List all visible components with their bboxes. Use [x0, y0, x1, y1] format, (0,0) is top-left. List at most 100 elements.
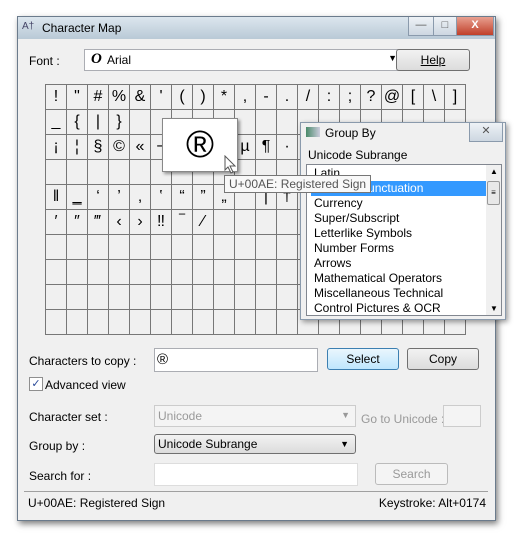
- group-by-dropdown[interactable]: Unicode Subrange ▼: [154, 434, 356, 454]
- character-cell[interactable]: ?: [361, 85, 382, 110]
- character-cell[interactable]: !: [46, 85, 67, 110]
- character-cell[interactable]: [46, 260, 67, 285]
- character-cell[interactable]: [277, 285, 298, 310]
- character-cell[interactable]: ·: [277, 135, 298, 160]
- character-cell[interactable]: ¶: [256, 135, 277, 160]
- character-cell[interactable]: ]: [445, 85, 466, 110]
- character-cell[interactable]: {: [67, 110, 88, 135]
- character-cell[interactable]: [277, 310, 298, 335]
- character-cell[interactable]: *: [214, 85, 235, 110]
- font-dropdown[interactable]: O Arial ▼: [84, 49, 404, 71]
- character-cell[interactable]: -: [256, 85, 277, 110]
- character-cell[interactable]: [109, 260, 130, 285]
- character-cell[interactable]: ″: [67, 210, 88, 235]
- character-cell[interactable]: [88, 160, 109, 185]
- scroll-down-icon[interactable]: ▼: [490, 304, 498, 313]
- advanced-view-checkbox[interactable]: ✓: [29, 377, 43, 391]
- go-to-unicode-input[interactable]: [443, 405, 481, 427]
- group-by-list-item[interactable]: Arrows: [311, 256, 488, 271]
- character-cell[interactable]: [67, 260, 88, 285]
- character-cell[interactable]: [277, 110, 298, 135]
- character-cell[interactable]: ‘: [88, 185, 109, 210]
- group-by-list-item[interactable]: Control Pictures & OCR: [311, 301, 488, 315]
- character-cell[interactable]: [46, 235, 67, 260]
- character-cell[interactable]: µ: [235, 135, 256, 160]
- character-cell[interactable]: [235, 235, 256, 260]
- character-cell[interactable]: ;: [340, 85, 361, 110]
- character-cell[interactable]: [235, 310, 256, 335]
- character-cell[interactable]: [214, 235, 235, 260]
- character-cell[interactable]: [130, 110, 151, 135]
- character-cell[interactable]: [130, 235, 151, 260]
- character-cell[interactable]: [151, 310, 172, 335]
- search-input[interactable]: [154, 463, 358, 486]
- character-cell[interactable]: [277, 235, 298, 260]
- scroll-thumb[interactable]: ≡: [487, 181, 500, 205]
- character-cell[interactable]: [109, 285, 130, 310]
- character-cell[interactable]: [130, 285, 151, 310]
- character-cell[interactable]: |: [88, 110, 109, 135]
- scrollbar[interactable]: ▲ ≡ ▼: [486, 165, 501, 315]
- group-by-list-item[interactable]: Miscellaneous Technical: [311, 286, 488, 301]
- character-cell[interactable]: [214, 260, 235, 285]
- character-cell[interactable]: [130, 310, 151, 335]
- character-cell[interactable]: [151, 285, 172, 310]
- character-cell[interactable]: [172, 285, 193, 310]
- character-cell[interactable]: [130, 160, 151, 185]
- character-cell[interactable]: /: [298, 85, 319, 110]
- character-cell[interactable]: ‹: [109, 210, 130, 235]
- character-cell[interactable]: ⁄: [193, 210, 214, 235]
- character-cell[interactable]: (: [172, 85, 193, 110]
- character-cell[interactable]: @: [382, 85, 403, 110]
- character-cell[interactable]: [88, 285, 109, 310]
- character-cell[interactable]: :: [319, 85, 340, 110]
- character-cell[interactable]: [151, 260, 172, 285]
- character-cell[interactable]: ¡: [46, 135, 67, 160]
- character-cell[interactable]: \: [424, 85, 445, 110]
- group-by-list-item[interactable]: Currency: [311, 196, 488, 211]
- character-cell[interactable]: [256, 235, 277, 260]
- character-cell[interactable]: ′: [46, 210, 67, 235]
- select-button[interactable]: Select: [327, 348, 399, 370]
- help-button[interactable]: Help: [396, 49, 470, 71]
- character-cell[interactable]: [67, 310, 88, 335]
- characters-to-copy-input[interactable]: ®: [154, 348, 318, 372]
- character-cell[interactable]: ‼: [151, 210, 172, 235]
- character-cell[interactable]: [172, 235, 193, 260]
- character-cell[interactable]: [214, 310, 235, 335]
- character-cell[interactable]: [277, 260, 298, 285]
- character-cell[interactable]: [193, 285, 214, 310]
- character-cell[interactable]: [256, 110, 277, 135]
- character-cell[interactable]: [193, 235, 214, 260]
- character-cell[interactable]: ‗: [67, 185, 88, 210]
- character-cell[interactable]: [235, 210, 256, 235]
- group-by-list-item[interactable]: Super/Subscript: [311, 211, 488, 226]
- character-cell[interactable]: [277, 210, 298, 235]
- character-cell[interactable]: [151, 235, 172, 260]
- character-cell[interactable]: ": [67, 85, 88, 110]
- character-cell[interactable]: [193, 260, 214, 285]
- group-by-close-button[interactable]: ✕: [469, 123, 503, 142]
- character-cell[interactable]: [109, 310, 130, 335]
- character-cell[interactable]: ’: [109, 185, 130, 210]
- character-cell[interactable]: ©: [109, 135, 130, 160]
- character-cell[interactable]: [67, 285, 88, 310]
- character-cell[interactable]: [67, 160, 88, 185]
- character-cell[interactable]: ›: [130, 210, 151, 235]
- character-cell[interactable]: [46, 285, 67, 310]
- character-cell[interactable]: [214, 210, 235, 235]
- character-cell[interactable]: ,: [235, 85, 256, 110]
- search-button[interactable]: Search: [375, 463, 448, 485]
- character-cell[interactable]: [172, 260, 193, 285]
- character-cell[interactable]: [88, 310, 109, 335]
- character-cell[interactable]: }: [109, 110, 130, 135]
- character-cell[interactable]: [88, 235, 109, 260]
- close-button[interactable]: X: [456, 17, 494, 36]
- character-cell[interactable]: [235, 260, 256, 285]
- character-cell[interactable]: ': [151, 85, 172, 110]
- scroll-up-icon[interactable]: ▲: [490, 167, 498, 176]
- character-cell[interactable]: &: [130, 85, 151, 110]
- character-cell[interactable]: ‚: [130, 185, 151, 210]
- character-cell[interactable]: [67, 235, 88, 260]
- character-cell[interactable]: ): [193, 85, 214, 110]
